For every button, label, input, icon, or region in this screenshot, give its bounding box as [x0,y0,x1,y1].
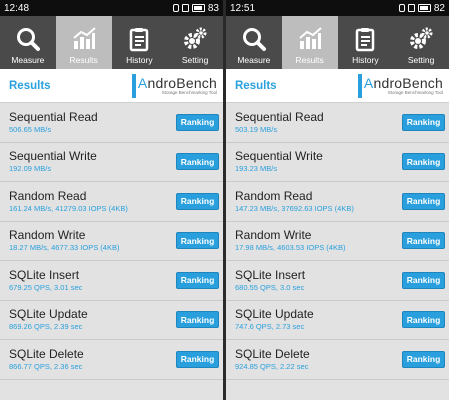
tab-results[interactable]: Results [55,16,112,69]
ranking-button[interactable]: Ranking [402,153,445,171]
tab-measure[interactable]: Measure [226,16,282,69]
ranking-button[interactable]: Ranking [402,113,445,131]
screenshot-right: 12:51 82 Measure Results History Setting… [226,0,449,400]
ranking-button[interactable]: Ranking [402,192,445,210]
gears-icon [410,27,433,49]
result-row-random-write: Random Write 17.98 MB/s, 4603.53 IOPS (4… [226,222,449,261]
results-header: Results AndroBench Storage Benchmarking … [226,69,449,103]
clipboard-icon [130,28,149,52]
ranking-button[interactable]: Ranking [402,271,445,289]
result-row-random-write: Random Write 18.27 MB/s, 4677.33 IOPS (4… [0,222,223,261]
result-row-sequential-write: Sequential Write 192.09 MB/s Ranking [0,143,223,182]
ranking-button[interactable]: Ranking [402,350,445,368]
result-row-sqlite-delete: SQLite Delete 924.85 QPS, 2.22 sec Ranki… [226,340,449,380]
result-row-sqlite-delete: SQLite Delete 866.77 QPS, 2.36 sec Ranki… [0,340,223,380]
result-row-random-read: Random Read 147.23 MB/s, 37692.63 IOPS (… [226,182,449,222]
gears-icon [184,27,207,49]
androbench-logo: AndroBench Storage Benchmarking Tool [357,73,443,98]
tab-bar: Measure Results History Setting [0,16,223,69]
status-bar: 12:51 82 [226,0,449,16]
ranking-button[interactable]: Ranking [176,271,219,289]
result-row-random-read: Random Read 161.24 MB/s, 41279.03 IOPS (… [0,182,223,222]
sim-icon [407,4,415,12]
status-time: 12:51 [230,2,256,14]
bar-chart-icon [298,27,322,49]
results-header: Results AndroBench Storage Benchmarking … [0,69,223,103]
result-row-sqlite-update: SQLite Update 869.26 QPS, 2.39 sec Ranki… [0,301,223,340]
battery-icon [191,4,205,12]
tab-history[interactable]: History [338,16,394,69]
result-row-sequential-write: Sequential Write 193.23 MB/s Ranking [226,143,449,182]
ranking-button[interactable]: Ranking [402,311,445,329]
results-list: Sequential Read 503.19 MB/s Ranking Sequ… [226,103,449,380]
ranking-button[interactable]: Ranking [176,232,219,250]
result-row-sqlite-insert: SQLite Insert 680.55 QPS, 3.0 sec Rankin… [226,261,449,301]
androbench-logo: AndroBench Storage Benchmarking Tool [131,73,217,98]
result-row-sequential-read: Sequential Read 506.65 MB/s Ranking [0,103,223,143]
status-time: 12:48 [4,2,30,14]
tab-setting[interactable]: Setting [167,16,223,69]
result-row-sequential-read: Sequential Read 503.19 MB/s Ranking [226,103,449,143]
magnifier-icon [16,28,40,51]
battery-icon [417,4,431,12]
page-title: Results [9,79,51,92]
result-row-sqlite-update: SQLite Update 747.6 QPS, 2.73 sec Rankin… [226,301,449,340]
vibrate-icon [172,4,179,12]
ranking-button[interactable]: Ranking [176,113,219,131]
result-row-sqlite-insert: SQLite Insert 679.25 QPS, 3.01 sec Ranki… [0,261,223,301]
vibrate-icon [398,4,405,12]
tab-history[interactable]: History [112,16,168,69]
bar-chart-icon [72,27,96,49]
ranking-button[interactable]: Ranking [176,350,219,368]
page-title: Results [235,79,277,92]
tab-setting[interactable]: Setting [393,16,449,69]
screenshot-left: 12:48 83 Measure Results History Setting… [0,0,223,400]
clipboard-icon [356,28,375,52]
battery-level: 82 [433,2,445,14]
magnifier-icon [242,28,266,51]
tab-measure[interactable]: Measure [0,16,56,69]
sim-icon [181,4,189,12]
tab-bar: Measure Results History Setting [226,16,449,69]
status-bar: 12:48 83 [0,0,223,16]
ranking-button[interactable]: Ranking [176,311,219,329]
ranking-button[interactable]: Ranking [176,153,219,171]
battery-level: 83 [207,2,219,14]
ranking-button[interactable]: Ranking [176,192,219,210]
results-list: Sequential Read 506.65 MB/s Ranking Sequ… [0,103,223,380]
ranking-button[interactable]: Ranking [402,232,445,250]
tab-results[interactable]: Results [281,16,338,69]
